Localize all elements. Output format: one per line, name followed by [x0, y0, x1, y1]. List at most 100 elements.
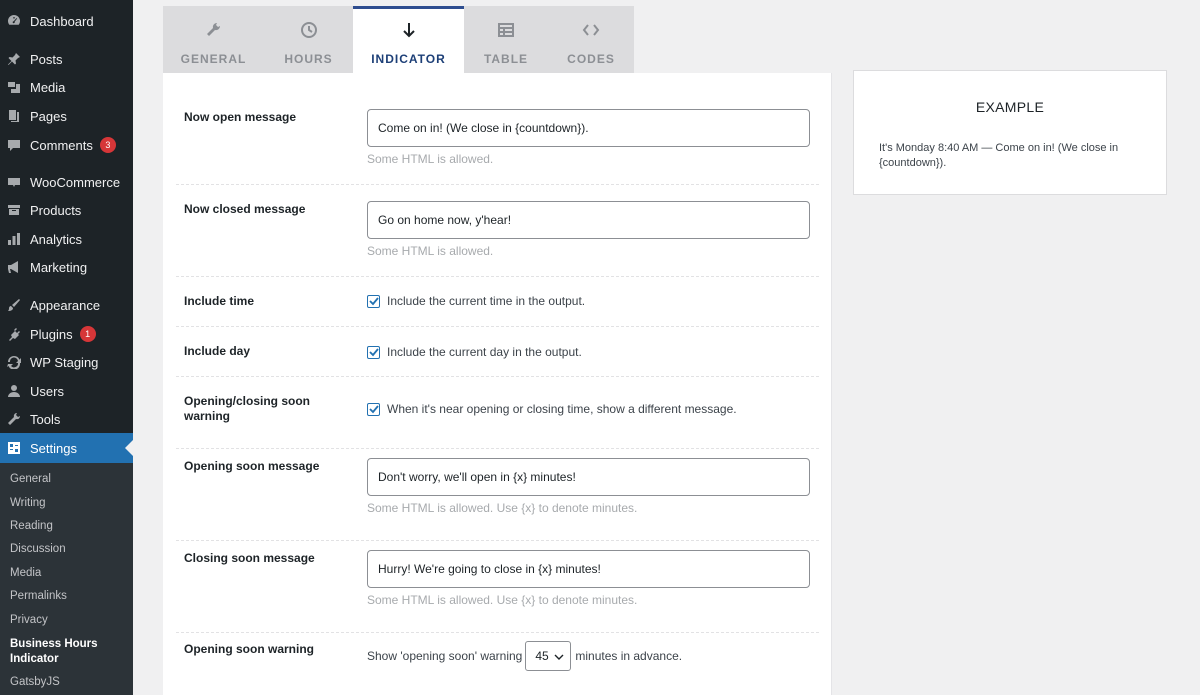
- include-day-checkbox-label[interactable]: Include the current day in the output.: [387, 345, 582, 359]
- comment-icon: [7, 138, 21, 152]
- settings-tabs: GENERAL HOURS INDICATOR TABLE CODES: [163, 6, 634, 73]
- settings-submenu: General Writing Reading Discussion Media…: [0, 463, 133, 695]
- now-closed-hint: Some HTML is allowed.: [367, 244, 494, 258]
- settings-icon: [7, 441, 21, 455]
- tab-label: INDICATOR: [371, 52, 446, 66]
- opening-warning-suffix: minutes in advance.: [575, 649, 683, 663]
- now-open-message-input[interactable]: Come on in! (We close in {countdown}).: [367, 109, 810, 147]
- sidebar-item-users[interactable]: Users: [0, 377, 133, 405]
- opening-warning-label: Opening soon warning: [184, 642, 314, 656]
- opening-warning-minutes-select[interactable]: 45: [525, 641, 572, 671]
- chevron-down-icon: [554, 654, 564, 660]
- sidebar-item-label: Comments: [30, 137, 93, 153]
- sidebar-item-analytics[interactable]: Analytics: [0, 225, 133, 253]
- tab-indicator[interactable]: INDICATOR: [353, 6, 464, 73]
- opening-warning-minutes-value: 45: [535, 649, 549, 663]
- submenu-item-reading[interactable]: Reading: [10, 520, 53, 532]
- pin-icon: [7, 52, 21, 66]
- chart-bar-icon: [7, 232, 21, 246]
- sidebar-item-label: Products: [30, 202, 82, 218]
- submenu-item-gatsbyjs[interactable]: GatsbyJS: [10, 676, 60, 688]
- clock-icon: [300, 20, 318, 40]
- sidebar-item-dashboard[interactable]: Dashboard: [0, 7, 133, 35]
- setting-row-now-closed: Now closed message Go on home now, y'hea…: [176, 185, 819, 277]
- include-day-checkbox[interactable]: [367, 345, 380, 359]
- sidebar-item-label: Appearance: [30, 297, 101, 313]
- soon-warning-checkbox[interactable]: [367, 402, 380, 416]
- sidebar-item-tools[interactable]: Tools: [0, 405, 133, 433]
- media-icon: [7, 80, 21, 94]
- sidebar-item-plugins[interactable]: Plugins 1: [0, 320, 133, 348]
- plugins-update-badge: 1: [79, 326, 96, 342]
- submenu-item-discussion[interactable]: Discussion: [10, 543, 66, 555]
- tab-label: HOURS: [284, 52, 333, 66]
- example-title: EXAMPLE: [975, 99, 1045, 115]
- user-icon: [7, 384, 21, 398]
- arrow-down-icon: [400, 20, 418, 40]
- dashboard-icon: [7, 14, 21, 28]
- tab-label: GENERAL: [180, 52, 247, 66]
- include-day-label: Include day: [184, 344, 251, 358]
- now-closed-message-input[interactable]: Go on home now, y'hear!: [367, 201, 810, 239]
- closing-soon-label: Closing soon message: [184, 551, 315, 565]
- tab-table[interactable]: TABLE: [464, 6, 548, 73]
- sidebar-item-label: Dashboard: [30, 13, 94, 29]
- table-icon: [497, 20, 515, 40]
- sidebar-item-label: Marketing: [30, 259, 88, 275]
- opening-soon-message-input[interactable]: Don't worry, we'll open in {x} minutes!: [367, 458, 810, 496]
- tab-label: CODES: [567, 52, 615, 66]
- soon-warning-label: Opening/closing soon warning: [184, 394, 310, 423]
- sidebar-item-posts[interactable]: Posts: [0, 45, 133, 73]
- sidebar-item-label: Posts: [30, 51, 63, 67]
- submenu-item-permalinks[interactable]: Permalinks: [10, 590, 67, 602]
- now-open-hint: Some HTML is allowed.: [367, 152, 494, 166]
- submenu-item-media[interactable]: Media: [10, 567, 41, 579]
- opening-soon-hint: Some HTML is allowed. Use {x} to denote …: [367, 501, 638, 515]
- now-open-label: Now open message: [184, 110, 297, 124]
- sidebar-item-wp-staging[interactable]: WP Staging: [0, 348, 133, 376]
- tab-general[interactable]: GENERAL: [163, 6, 264, 73]
- sidebar-item-appearance[interactable]: Appearance: [0, 291, 133, 319]
- setting-row-include-time: Include time Include the current time in…: [176, 277, 819, 327]
- sidebar-item-label: Media: [30, 79, 66, 95]
- soon-warning-option: When it's near opening or closing time, …: [367, 402, 737, 416]
- archive-icon: [7, 203, 21, 217]
- tab-hours[interactable]: HOURS: [264, 6, 353, 73]
- setting-row-opening-warning: Opening soon warning Show 'opening soon'…: [176, 633, 819, 693]
- sidebar-item-woocommerce[interactable]: WooCommerce: [0, 168, 133, 196]
- sidebar-item-label: Tools: [30, 411, 61, 427]
- submenu-item-general[interactable]: General: [10, 473, 51, 485]
- wrench-icon: [7, 412, 21, 426]
- sidebar-item-label: Users: [30, 383, 64, 399]
- submenu-item-privacy[interactable]: Privacy: [10, 614, 48, 626]
- sidebar-item-media[interactable]: Media: [0, 73, 133, 101]
- soon-warning-checkbox-label[interactable]: When it's near opening or closing time, …: [387, 402, 737, 416]
- include-time-checkbox-label[interactable]: Include the current time in the output.: [387, 294, 585, 308]
- closing-soon-hint: Some HTML is allowed. Use {x} to denote …: [367, 593, 638, 607]
- submenu-item-business-hours-indicator[interactable]: Business Hours Indicator: [10, 637, 120, 667]
- include-day-option: Include the current day in the output.: [367, 345, 582, 359]
- opening-soon-label: Opening soon message: [184, 459, 320, 473]
- setting-row-closing-soon: Closing soon message Hurry! We're going …: [176, 541, 819, 633]
- example-preview-box: EXAMPLE It's Monday 8:40 AM — Come on in…: [853, 70, 1167, 195]
- sidebar-item-pages[interactable]: Pages: [0, 102, 133, 130]
- code-icon: [582, 20, 600, 40]
- setting-row-include-day: Include day Include the current day in t…: [176, 327, 819, 377]
- tab-codes[interactable]: CODES: [548, 6, 634, 73]
- sidebar-item-label: Pages: [30, 108, 67, 124]
- sidebar-item-label: Settings: [30, 440, 77, 456]
- example-output-text: It's Monday 8:40 AM — Come on in! (We cl…: [879, 142, 1119, 169]
- closing-soon-message-input[interactable]: Hurry! We're going to close in {x} minut…: [367, 550, 810, 588]
- sidebar-item-products[interactable]: Products: [0, 196, 133, 224]
- now-closed-label: Now closed message: [184, 202, 306, 216]
- setting-row-now-open: Now open message Come on in! (We close i…: [176, 93, 819, 185]
- comments-count-badge: 3: [99, 137, 116, 153]
- include-time-option: Include the current time in the output.: [367, 294, 585, 308]
- brush-icon: [7, 298, 21, 312]
- sidebar-item-marketing[interactable]: Marketing: [0, 253, 133, 281]
- sidebar-item-label: WP Staging: [30, 354, 99, 370]
- sidebar-item-comments[interactable]: Comments 3: [0, 131, 133, 159]
- submenu-item-writing[interactable]: Writing: [10, 497, 46, 509]
- sidebar-item-settings[interactable]: Settings: [0, 433, 133, 463]
- include-time-checkbox[interactable]: [367, 294, 380, 308]
